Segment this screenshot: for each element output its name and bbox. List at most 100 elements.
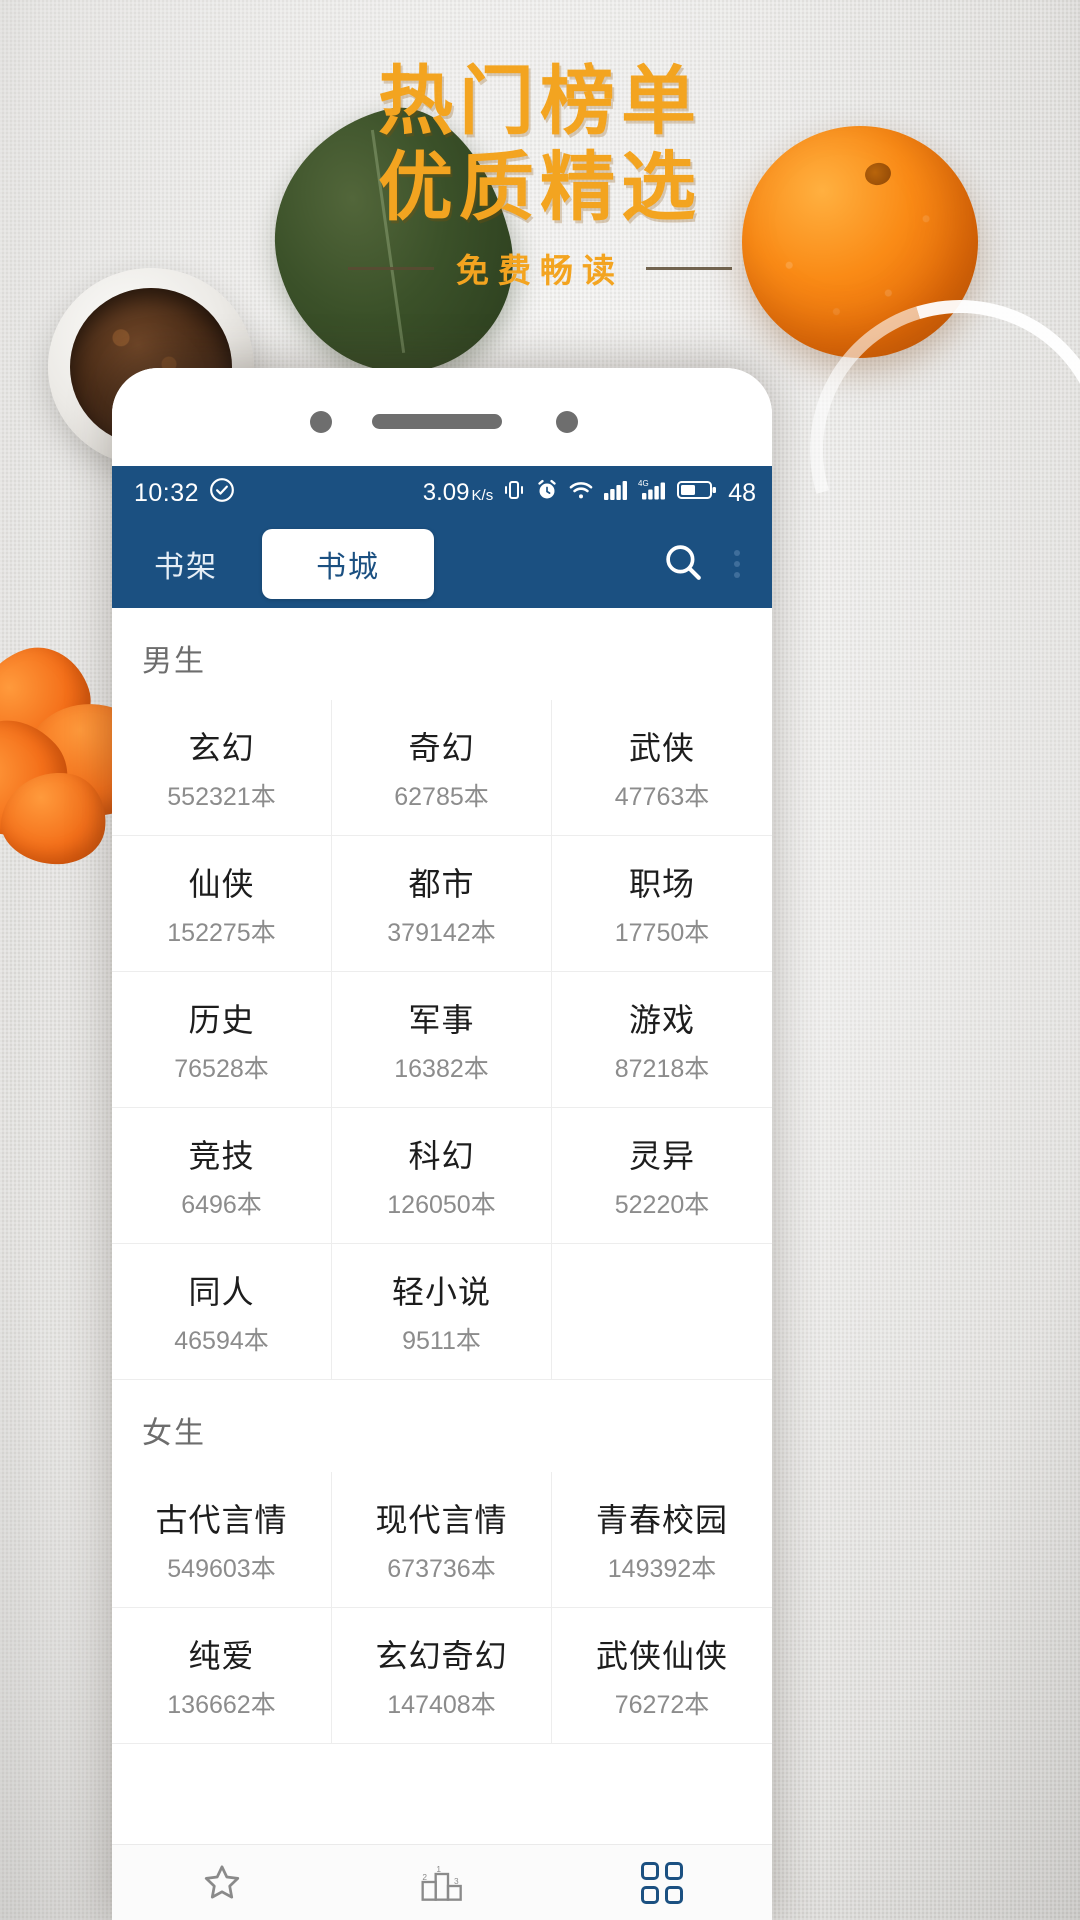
category-cell[interactable]: 历史 76528本 [112,972,332,1108]
battery-percentage: 48 [728,478,756,507]
category-name: 职场 [628,865,695,902]
category-name: 竞技 [188,1137,255,1174]
category-count: 549603本 [167,1554,276,1583]
category-grid-female: 古代言情 549603本 现代言情 673736本 青春校园 149392本 纯爱 13… [112,1472,772,1744]
section-title-female: 女生 [142,1417,206,1450]
category-content: 男生 玄幻 552321本 奇幻 62785本 武侠 47763本 仙侠 152275本… [112,608,772,1844]
category-count: 552321本 [167,782,276,811]
category-count: 126050本 [387,1190,496,1219]
category-cell[interactable]: 纯爱 136662本 [112,1608,332,1744]
category-name: 历史 [188,1001,255,1038]
category-count: 76272本 [614,1690,710,1719]
alarm-icon [535,478,559,509]
category-name: 玄幻 [188,729,255,766]
network-speed: 3.09 K/s [423,479,493,507]
category-cell[interactable]: 同人 46594本 [112,1244,332,1380]
promo-rule-right [646,266,732,270]
search-icon[interactable] [662,541,704,588]
category-cell[interactable]: 竞技 6496本 [112,1108,332,1244]
category-name: 都市 [408,865,475,902]
category-cell[interactable]: 军事 16382本 [332,972,552,1108]
category-name: 纯爱 [188,1637,255,1674]
grid-category-icon [641,1860,683,1906]
category-count: 6496本 [181,1190,262,1219]
category-count: 46594本 [174,1326,269,1355]
svg-text:1: 1 [436,1864,441,1874]
signal-bars-icon [603,479,629,508]
app-top-nav: 书架 书城 [112,520,772,608]
category-count: 379142本 [387,918,496,947]
category-name: 奇幻 [408,729,475,766]
category-cell[interactable]: 武侠 47763本 [552,700,772,836]
check-circle-icon [209,477,235,510]
status-bar: 10:32 3.09 K/s 4G 48 [112,466,772,520]
tab-bookstore[interactable]: 书城 [262,529,434,599]
category-cell[interactable]: 科幻 126050本 [332,1108,552,1244]
category-name: 仙侠 [188,865,255,902]
category-cell[interactable]: 都市 379142本 [332,836,552,972]
category-name: 玄幻奇幻 [375,1637,508,1674]
status-time: 10:32 [134,478,200,507]
phone-earpiece-area [112,368,772,466]
tab-category[interactable]: 分类 [552,1845,772,1920]
battery-icon [677,479,717,508]
category-cell[interactable]: 奇幻 62785本 [332,700,552,836]
category-cell[interactable]: 灵异 52220本 [552,1108,772,1244]
earpiece-speaker [372,414,502,429]
svg-text:3: 3 [454,1876,459,1886]
category-cell-empty [552,1244,772,1380]
tab-bookshelf[interactable]: 书架 [128,542,244,586]
network-speed-unit: K/s [471,487,494,504]
promo-subtitle: 免费畅读 [456,251,624,290]
front-camera-icon [310,411,332,433]
category-name: 游戏 [628,1001,695,1038]
category-name: 灵异 [628,1137,695,1174]
category-name: 同人 [188,1273,255,1310]
more-dot [734,561,740,567]
category-name: 武侠 [628,729,695,766]
category-name: 武侠仙侠 [595,1637,728,1674]
grid-icon-shape [641,1861,683,1904]
category-count: 149392本 [607,1554,717,1583]
category-count: 47763本 [614,782,710,811]
promo-stage: 热门榜单 优质精选 免费畅读 10:32 3.09 K/s 4G 48 书架 书… [0,0,1080,1920]
tab-label: 书单 [417,1916,467,1920]
promo-rule-left [348,266,434,270]
category-count: 9511本 [402,1326,481,1355]
svg-text:4G: 4G [638,479,649,488]
tab-label: 排行榜 [184,1916,259,1920]
category-cell[interactable]: 武侠仙侠 76272本 [552,1608,772,1744]
category-cell[interactable]: 玄幻 552321本 [112,700,332,836]
category-cell[interactable]: 游戏 87218本 [552,972,772,1108]
phone-mockup: 10:32 3.09 K/s 4G 48 书架 书城 男生 玄幻 552321本… [112,368,772,1920]
category-count: 87218本 [614,1054,710,1083]
promo-title-line2: 优质精选 [377,143,702,231]
category-count: 136662本 [167,1690,276,1719]
category-name: 轻小说 [391,1273,491,1310]
tab-ranking[interactable]: 排行榜 [112,1845,332,1920]
category-cell[interactable]: 仙侠 152275本 [112,836,332,972]
category-cell[interactable]: 古代言情 549603本 [112,1472,332,1608]
category-grid-male: 玄幻 552321本 奇幻 62785本 武侠 47763本 仙侠 152275本 都市… [112,700,772,1380]
more-dot [734,572,740,578]
network-speed-value: 3.09 [422,479,470,506]
more-options-icon[interactable] [734,550,746,578]
category-count: 673736本 [387,1554,496,1583]
category-cell[interactable]: 青春校园 149392本 [552,1472,772,1608]
category-name: 青春校园 [595,1501,728,1538]
category-count: 76528本 [174,1054,269,1083]
vibrate-icon [502,478,526,509]
promo-subtitle-row: 免费畅读 [0,244,1080,292]
category-cell[interactable]: 玄幻奇幻 147408本 [332,1608,552,1744]
category-cell[interactable]: 轻小说 9511本 [332,1244,552,1380]
podium-icon: 1 2 3 [417,1860,467,1906]
category-name: 现代言情 [375,1501,508,1538]
category-cell[interactable]: 职场 17750本 [552,836,772,972]
grid-square [641,1885,659,1904]
wifi-icon [568,478,594,509]
signal-4g-icon: 4G [638,478,668,509]
tab-label: 分类 [637,1916,687,1920]
category-count: 62785本 [394,782,489,811]
category-cell[interactable]: 现代言情 673736本 [332,1472,552,1608]
tab-booklist[interactable]: 1 2 3 书单 [332,1845,552,1920]
